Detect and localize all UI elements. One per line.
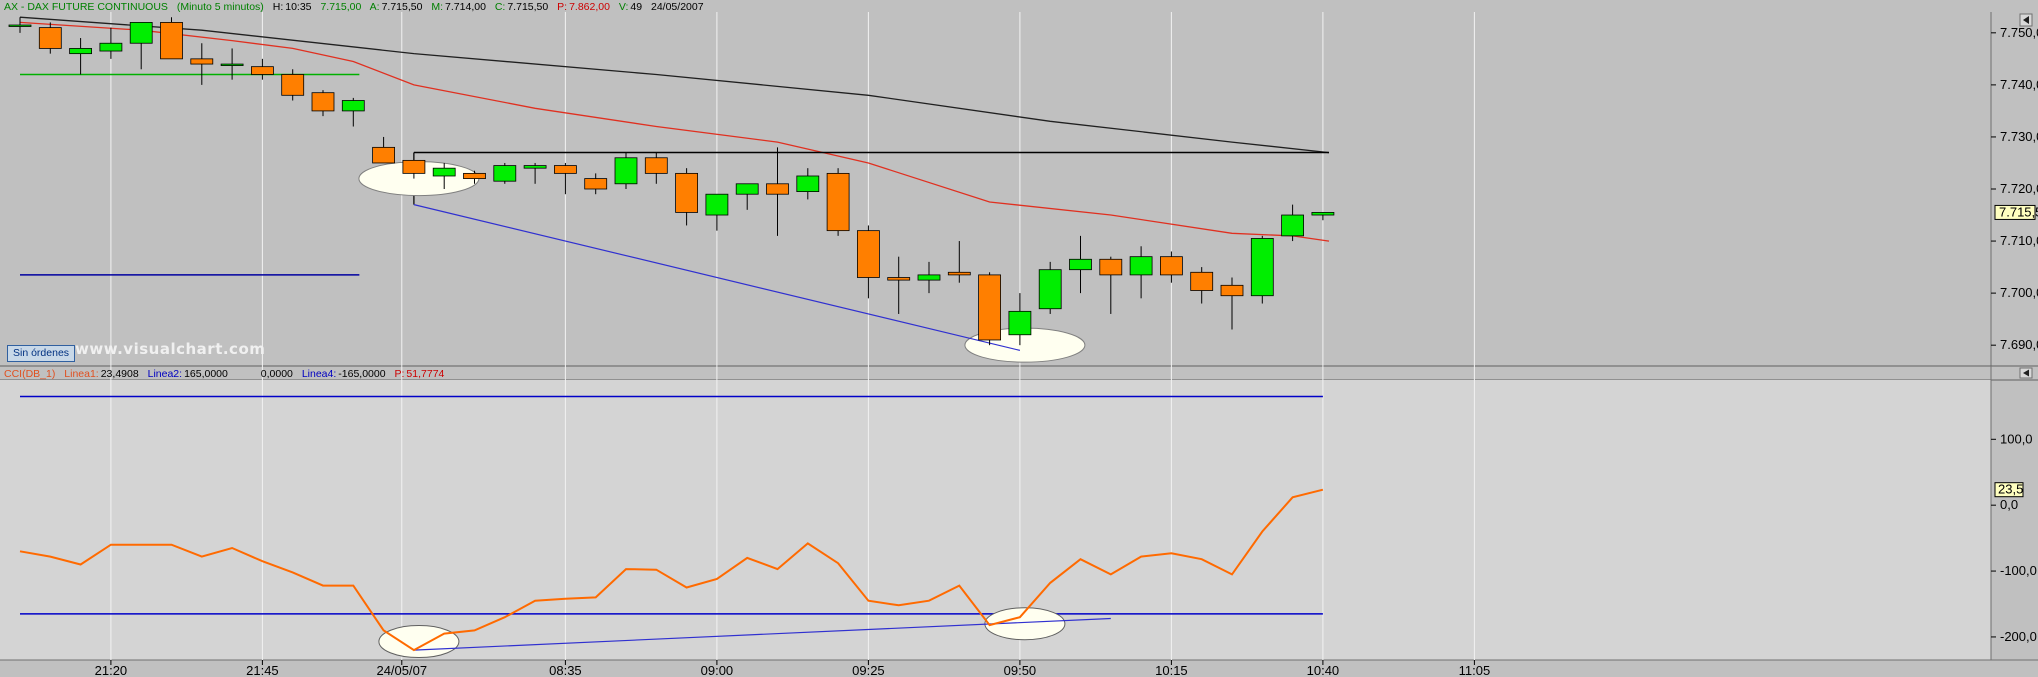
candle-body (432, 167, 456, 177)
candle-body (766, 183, 789, 195)
candle-body (735, 183, 759, 195)
candle-body (826, 172, 850, 232)
candle-body (554, 165, 577, 174)
time-tick-label: 21:20 (95, 663, 128, 677)
last-price-label: 7.715,5 (1999, 204, 2038, 219)
candle-body (69, 48, 92, 55)
price-tick-label: 7.700,0 (2000, 285, 2038, 300)
candle-body (1099, 258, 1123, 276)
last-cci-label: 23,5 (1998, 482, 2023, 497)
candle-body (917, 274, 941, 281)
candle-body (857, 230, 880, 278)
time-tick-label: 24/05/07 (376, 663, 427, 677)
cci-tick-label: -200,0 (2000, 629, 2037, 644)
candle-body (99, 42, 123, 52)
time-tick-label: 09:25 (852, 663, 885, 677)
cci-tick-label: -100,0 (2000, 563, 2037, 578)
candle-body (887, 277, 911, 281)
watermark-logo: www.visualchart.com (75, 340, 266, 358)
time-tick-label: 08:35 (549, 663, 582, 677)
candle-body (341, 100, 365, 112)
candle-body (523, 165, 547, 169)
cci-tick-label: 0,0 (2000, 497, 2018, 512)
candle-body (978, 274, 1001, 341)
price-tick-label: 7.750,0 (2000, 25, 2038, 40)
price-tick-label: 7.740,0 (2000, 77, 2038, 92)
candle-body (281, 74, 305, 96)
candle-body (493, 165, 517, 182)
candle-body (250, 66, 274, 75)
candle-body (38, 27, 62, 49)
time-tick-label: 10:15 (1155, 663, 1188, 677)
candle-body (584, 178, 608, 190)
candle-body (372, 146, 396, 164)
price-header: AX - DAX FUTURE CONTINUOUS (Minuto 5 min… (4, 1, 704, 13)
candle-body (8, 24, 32, 27)
candle-body (614, 157, 638, 185)
candle-body (1160, 256, 1183, 276)
price-tick-label: 7.730,0 (2000, 129, 2038, 144)
candle-body (129, 22, 153, 44)
candle-body (796, 175, 820, 193)
candle-body (1129, 256, 1153, 276)
candle-body (644, 157, 668, 174)
candle-body (402, 159, 426, 174)
candle-body (675, 172, 698, 213)
indicator-header: CCI(DB_1) Linea1: 23,4908 Linea2: 165,0000… (4, 368, 445, 380)
candle-body (1190, 271, 1214, 291)
candle-body (1250, 238, 1274, 297)
candle-body (1311, 212, 1335, 216)
candle-body (1008, 310, 1032, 336)
cci-highlight-ellipse (378, 625, 460, 659)
time-tick-label: 09:50 (1004, 663, 1037, 677)
candle-body (1069, 258, 1092, 271)
price-tick-label: 7.720,0 (2000, 181, 2038, 196)
time-tick-label: 10:40 (1307, 663, 1340, 677)
candle-body (311, 92, 335, 112)
candle-body (1038, 269, 1062, 310)
cci-tick-label: 100,0 (2000, 431, 2033, 446)
time-tick-label: 11:05 (1459, 663, 1491, 677)
candle-body (160, 22, 183, 60)
candle-body (463, 172, 486, 179)
candle-body (220, 63, 244, 66)
price-tick-label: 7.690,0 (2000, 337, 2038, 352)
time-tick-label: 09:00 (701, 663, 734, 677)
chart-area[interactable]: 21:20 21:45 24/05/07 08:35 09:00 09:25 09:50 10… (0, 0, 2038, 677)
time-tick-label: 21:45 (246, 663, 279, 677)
candle-body (190, 58, 214, 65)
candle-body (947, 271, 971, 276)
orders-button[interactable]: Sin órdenes (7, 345, 76, 362)
candle-body (1281, 214, 1304, 237)
candle-body (1220, 284, 1244, 297)
candle-body (705, 193, 729, 216)
price-tick-label: 7.710,0 (2000, 233, 2038, 248)
